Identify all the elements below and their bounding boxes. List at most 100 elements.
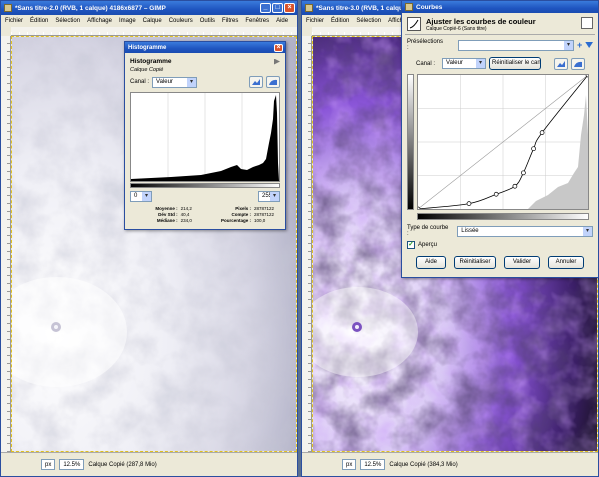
- left-statusbar: px 12.5% Calque Copié (287,8 Mio): [1, 452, 297, 476]
- menu-outils[interactable]: Outils: [200, 18, 215, 24]
- gimp-icon: [305, 4, 313, 12]
- stat-label: Pixels :: [235, 206, 251, 211]
- stat-label: Dév Std :: [158, 212, 178, 217]
- channel-select[interactable]: Valeur: [152, 76, 198, 88]
- menu-calque[interactable]: Calque: [143, 18, 162, 24]
- histogram-heading: Histogramme: [130, 58, 172, 65]
- menu-edition[interactable]: Édition: [331, 18, 349, 24]
- presets-label: Présélections :: [407, 39, 444, 51]
- menu-filtres[interactable]: Filtres: [222, 18, 238, 24]
- menu-edition[interactable]: Édition: [30, 18, 48, 24]
- stat-label: Pourcentage :: [220, 218, 251, 223]
- curves-dialog: Courbes Ajuster les courbes de couleur C…: [401, 0, 599, 278]
- stat-value: 28787122: [254, 212, 275, 217]
- horizontal-ruler[interactable]: [11, 27, 297, 36]
- left-window-titlebar[interactable]: *Sans titre-2.0 (RVB, 1 calque) 4186x687…: [1, 1, 297, 15]
- zoom-select[interactable]: 12.5%: [360, 459, 386, 470]
- gimp-icon: [405, 3, 413, 11]
- histogram-graph[interactable]: [130, 92, 280, 182]
- presets-menu-icon[interactable]: [585, 42, 593, 48]
- preview-label: Aperçu: [418, 242, 438, 248]
- close-button[interactable]: ×: [274, 43, 283, 52]
- histogram-layer-name: Calque Copié: [130, 67, 164, 73]
- curve-type-label: Type de courbe :: [407, 225, 449, 237]
- log-histogram-icon[interactable]: [571, 57, 586, 70]
- curves-window-title: Courbes: [416, 3, 443, 11]
- vertical-ruler[interactable]: [1, 36, 11, 452]
- cancel-button[interactable]: Annuler: [548, 256, 584, 269]
- curves-titlebar[interactable]: Courbes: [402, 1, 598, 13]
- linear-histogram-icon[interactable]: [554, 57, 569, 70]
- channel-label: Canal :: [416, 60, 436, 67]
- linear-histogram-icon[interactable]: [249, 76, 263, 88]
- zoom-select[interactable]: 12.5%: [59, 459, 85, 470]
- menu-selection[interactable]: Sélection: [55, 18, 80, 24]
- vertical-value-gradient: [407, 74, 414, 210]
- stat-label: Médiane :: [156, 218, 178, 223]
- help-button[interactable]: Aide: [416, 256, 446, 269]
- histogram-titlebar[interactable]: Histogramme ×: [125, 42, 285, 53]
- range-max-input[interactable]: 255: [258, 191, 280, 202]
- stat-value: 100,0: [254, 218, 266, 223]
- stat-value: 28787122: [254, 206, 275, 211]
- value-gradient-bar: [130, 183, 280, 188]
- layer-info: Calque Copié (384,3 Mio): [389, 461, 458, 468]
- histogram-window-title: Histogramme: [128, 44, 167, 51]
- channel-select[interactable]: Valeur: [442, 58, 487, 69]
- unit-select[interactable]: px: [342, 459, 357, 470]
- menu-fichier[interactable]: Fichier: [5, 18, 23, 24]
- right-statusbar: px 12.5% Calque Copié (384,3 Mio): [302, 452, 598, 476]
- tab-menu-arrow-icon[interactable]: [274, 58, 280, 65]
- layer-info: Calque Copié (287,8 Mio): [88, 461, 157, 468]
- curve-control-point[interactable]: [493, 191, 499, 197]
- histogram-dialog: Histogramme × Histogramme Calque Copié C…: [124, 41, 286, 230]
- curve-type-value: Lissée: [461, 227, 479, 234]
- curves-editor[interactable]: [407, 72, 595, 222]
- vertical-ruler[interactable]: [302, 36, 312, 452]
- reset-channel-button[interactable]: Réinitialiser le canal: [489, 57, 542, 70]
- curves-tool-icon: [407, 17, 421, 31]
- menu-image[interactable]: Image: [119, 18, 136, 24]
- curves-heading: Ajuster les courbes de couleur: [426, 17, 536, 26]
- stat-value: 214,2: [180, 206, 192, 211]
- unit-select[interactable]: px: [41, 459, 56, 470]
- log-histogram-icon[interactable]: [266, 76, 280, 88]
- channel-label: Canal :: [130, 79, 150, 85]
- add-preset-icon[interactable]: +: [577, 41, 582, 50]
- maximize-button[interactable]: □: [272, 3, 283, 13]
- menu-affichage[interactable]: Affichage: [87, 18, 112, 24]
- right-window-title: *Sans titre-3.0 (RVB, 1 calque: [316, 4, 407, 12]
- minimize-button[interactable]: _: [260, 3, 271, 13]
- menu-aide[interactable]: Aide: [276, 18, 288, 24]
- histogram-plot: [131, 93, 279, 181]
- range-min-input[interactable]: 0: [130, 191, 152, 202]
- curve-control-point[interactable]: [531, 146, 536, 152]
- ok-button[interactable]: Valider: [504, 256, 540, 269]
- gimp-icon: [4, 4, 12, 12]
- menu-fenetres[interactable]: Fenêtres: [245, 18, 269, 24]
- horizontal-value-gradient: [417, 213, 589, 220]
- curve-control-point[interactable]: [539, 130, 545, 135]
- curve-control-point[interactable]: [512, 183, 518, 189]
- reset-button[interactable]: Réinitialiser: [454, 256, 496, 269]
- left-menubar: Fichier Édition Sélection Affichage Imag…: [1, 15, 297, 26]
- stat-label: Moyenne :: [155, 206, 178, 211]
- curve-control-point[interactable]: [466, 201, 472, 206]
- menu-couleurs[interactable]: Couleurs: [169, 18, 193, 24]
- menu-fichier[interactable]: Fichier: [306, 18, 324, 24]
- curve-graph[interactable]: [415, 72, 591, 212]
- close-button[interactable]: ×: [284, 3, 295, 13]
- stat-value: 40,4: [180, 212, 190, 217]
- stat-label: Compte :: [231, 212, 252, 217]
- curves-layer-name: Calque Copié-6 (Sans titre): [426, 26, 487, 32]
- presets-select[interactable]: [458, 39, 575, 51]
- curve-type-select[interactable]: Lissée: [457, 225, 593, 237]
- histogram-statistics: Moyenne :214,2 Pixels :28787122 Dév Std …: [140, 206, 280, 223]
- stat-value: 234,0: [180, 218, 192, 223]
- left-window-title: *Sans titre-2.0 (RVB, 1 calque) 4186x687…: [15, 4, 166, 12]
- preview-checkbox[interactable]: ✓: [407, 241, 415, 249]
- curve-control-point[interactable]: [521, 170, 526, 176]
- curve-plot: [415, 72, 591, 212]
- menu-selection[interactable]: Sélection: [356, 18, 381, 24]
- layer-thumbnail: [581, 17, 593, 29]
